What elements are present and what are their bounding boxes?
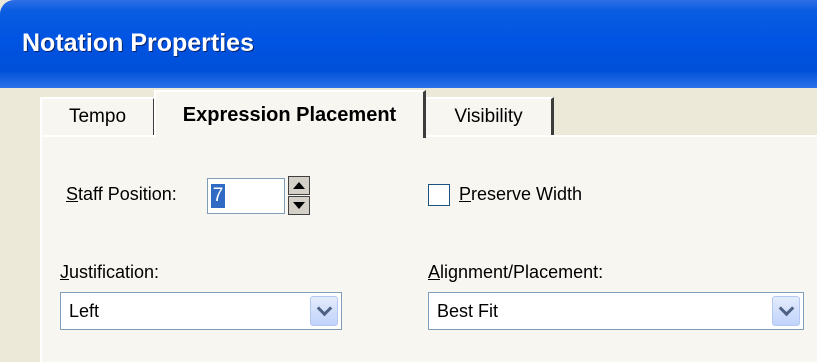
- justification-mnemonic: J: [60, 262, 69, 282]
- spin-down-button[interactable]: [288, 196, 310, 215]
- alignment-selected-value: Best Fit: [437, 301, 499, 321]
- triangle-up-icon: [293, 182, 305, 189]
- staff-position-label: Staff Position:: [66, 184, 177, 205]
- notation-properties-dialog: Notation Properties Tempo Expression Pla…: [0, 0, 817, 362]
- triangle-down-icon: [293, 202, 305, 209]
- preserve-width-label[interactable]: Preserve Width: [459, 184, 582, 205]
- staff-position-input[interactable]: 7: [207, 178, 285, 214]
- window-title: Notation Properties: [22, 29, 254, 57]
- tab-visibility-label: Visibility: [454, 106, 523, 127]
- chevron-down-icon: [316, 300, 332, 317]
- justification-dropdown-button[interactable]: [310, 296, 338, 326]
- justification-select[interactable]: Left: [60, 292, 342, 330]
- tab-visibility[interactable]: Visibility: [424, 97, 554, 135]
- justification-selected-value: Left: [69, 301, 100, 321]
- preserve-width-mnemonic: P: [459, 184, 472, 204]
- alignment-label-text: lignment/Placement:: [440, 262, 604, 282]
- justification-label: Justification:: [60, 262, 159, 283]
- tab-expression-placement-label: Expression Placement: [182, 103, 397, 126]
- tab-tempo-label: Tempo: [68, 106, 127, 127]
- preserve-width-checkbox[interactable]: [428, 184, 450, 206]
- staff-position-spinner[interactable]: [288, 176, 310, 216]
- staff-position-value: 7: [211, 184, 225, 208]
- justification-label-text: ustification:: [69, 262, 160, 282]
- alignment-placement-label: Alignment/Placement:: [428, 262, 603, 283]
- spin-up-button[interactable]: [288, 176, 310, 195]
- alignment-mnemonic: A: [428, 262, 441, 282]
- alignment-dropdown-button[interactable]: [772, 296, 800, 326]
- title-bar[interactable]: Notation Properties: [0, 0, 817, 88]
- alignment-placement-select[interactable]: Best Fit: [428, 292, 804, 330]
- preserve-width-label-text: reserve Width: [471, 184, 583, 204]
- tab-expression-placement[interactable]: Expression Placement: [154, 90, 426, 138]
- chevron-down-icon: [778, 300, 794, 317]
- staff-position-label-text: taff Position:: [78, 184, 177, 204]
- staff-position-mnemonic: S: [66, 184, 79, 204]
- tab-tempo[interactable]: Tempo: [40, 97, 156, 135]
